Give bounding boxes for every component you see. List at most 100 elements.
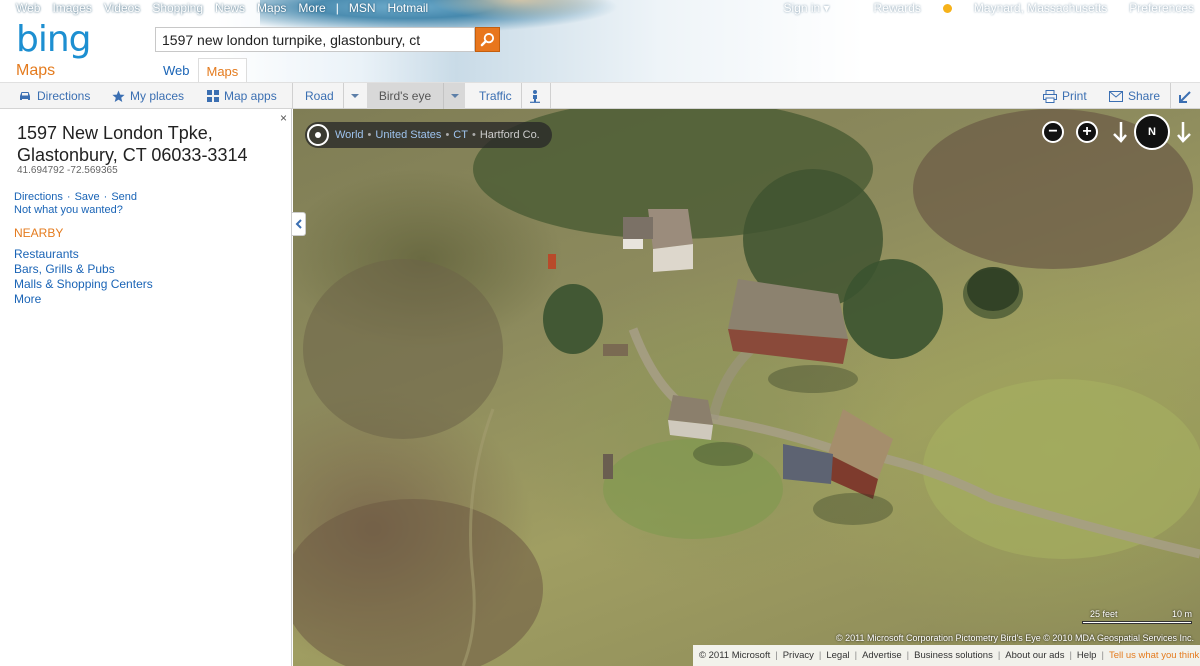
toolbar-divider: [292, 83, 293, 109]
save-link[interactable]: Save: [75, 191, 100, 203]
tab-web[interactable]: Web: [155, 58, 198, 82]
road-label: Road: [305, 89, 334, 103]
footer-privacy-link[interactable]: Privacy: [783, 650, 814, 661]
zoom-in-button[interactable]: +: [1076, 121, 1098, 143]
search-icon: [480, 32, 495, 47]
road-dropdown[interactable]: [351, 83, 359, 109]
car-icon: [20, 92, 30, 100]
footer-help-link[interactable]: Help: [1077, 650, 1097, 661]
separator-dot: ·: [103, 191, 108, 203]
footer-separator: |: [1069, 650, 1072, 661]
bing-logo[interactable]: bing: [16, 22, 92, 58]
my-places-button[interactable]: My places: [112, 83, 184, 109]
nav-videos[interactable]: Videos: [104, 1, 140, 15]
chevron-left-icon: [295, 219, 302, 229]
map-toolbar: Directions My places Map apps Road Bird'…: [0, 82, 1200, 109]
top-navigation: Web Images Videos Shopping News Maps Mor…: [10, 1, 434, 15]
road-view-button[interactable]: Road: [305, 83, 334, 109]
expand-map-button[interactable]: [1179, 83, 1197, 109]
print-button[interactable]: Print: [1043, 83, 1087, 109]
birds-eye-button[interactable]: Bird's eye: [367, 83, 443, 109]
plus-icon: +: [1082, 123, 1092, 140]
nearby-bars-link[interactable]: Bars, Grills & Pubs: [14, 262, 153, 277]
nav-separator: |: [335, 1, 339, 15]
breadcrumb-hartford-county: Hartford Co.: [479, 129, 540, 141]
nav-more[interactable]: More: [298, 1, 325, 15]
address-line-1: 1597 New London Tpke,: [17, 123, 213, 143]
breadcrumb-separator: •: [367, 129, 372, 141]
imagery-credit: © 2011 Microsoft Corporation Pictometry …: [836, 633, 1194, 643]
nav-shopping[interactable]: Shopping: [152, 1, 203, 15]
directions-button[interactable]: Directions: [18, 83, 90, 109]
location-link[interactable]: Maynard, Massachusetts: [974, 1, 1107, 15]
rewards-icon: [942, 4, 952, 13]
rewards-label: Rewards: [873, 1, 921, 15]
birds-eye-dropdown[interactable]: [443, 83, 465, 109]
rotate-right-button[interactable]: [1177, 121, 1193, 149]
nearby-more-link[interactable]: More: [14, 292, 153, 307]
rotate-right-arrow-icon: [1177, 122, 1191, 143]
close-panel-button[interactable]: ×: [280, 111, 287, 125]
envelope-icon: [1109, 90, 1123, 102]
share-label: Share: [1128, 89, 1161, 103]
footer-feedback-link[interactable]: Tell us what you think: [1109, 650, 1199, 661]
footer-advertise-link[interactable]: Advertise: [862, 650, 902, 661]
breadcrumb-united-states[interactable]: United States: [375, 129, 441, 141]
traffic-button[interactable]: Traffic: [479, 83, 512, 109]
footer-legal-link[interactable]: Legal: [826, 650, 849, 661]
locate-me-icon[interactable]: [307, 124, 329, 146]
address-line-2: Glastonbury, CT 06033-3314: [17, 145, 248, 165]
footer-business-link[interactable]: Business solutions: [914, 650, 993, 661]
directions-link[interactable]: Directions: [14, 191, 63, 203]
not-what-you-wanted-link[interactable]: Not what you wanted?: [14, 204, 123, 216]
map-apps-label: Map apps: [224, 89, 277, 103]
footer-separator: |: [906, 650, 910, 661]
toolbar-divider: [1170, 83, 1171, 109]
rotate-left-button[interactable]: [1111, 121, 1127, 149]
results-panel: × 1597 New London Tpke, Glastonbury, CT …: [0, 109, 292, 666]
breadcrumb-world[interactable]: World: [335, 129, 364, 141]
print-label: Print: [1062, 89, 1087, 103]
preferences-link[interactable]: Preferences: [1129, 1, 1194, 15]
birds-eye-label: Bird's eye: [378, 89, 432, 103]
coordinates: 41.694792 -72.569365: [17, 165, 118, 176]
chevron-down-icon: [351, 94, 359, 98]
share-button[interactable]: Share: [1109, 83, 1160, 109]
map-canvas[interactable]: World • United States • CT • Hartford Co…: [293, 109, 1200, 666]
tab-maps[interactable]: Maps: [197, 58, 248, 82]
nav-maps[interactable]: Maps: [257, 1, 286, 15]
nav-news[interactable]: News: [215, 1, 245, 15]
nav-hotmail[interactable]: Hotmail: [388, 1, 429, 15]
map-apps-button[interactable]: Map apps: [207, 83, 277, 109]
search-button[interactable]: [475, 27, 500, 52]
footer-separator: |: [818, 650, 822, 661]
footer-separator: |: [775, 650, 778, 661]
footer-separator: |: [1101, 650, 1104, 661]
nav-images[interactable]: Images: [52, 1, 91, 15]
scale-feet: 25 feet: [1090, 609, 1118, 619]
toolbar-divider: [550, 83, 551, 109]
compass-button[interactable]: N: [1134, 114, 1170, 150]
send-link[interactable]: Send: [111, 191, 137, 203]
breadcrumb-separator: •: [471, 129, 476, 141]
rewards-link[interactable]: Rewards: [852, 1, 952, 15]
maps-vertical-label: Maps: [16, 62, 56, 79]
nav-msn[interactable]: MSN: [349, 1, 376, 15]
search-input[interactable]: [156, 28, 474, 51]
toolbar-divider: [343, 83, 344, 109]
footer-copyright: © 2011 Microsoft: [699, 650, 771, 661]
breadcrumb-ct[interactable]: CT: [453, 129, 468, 141]
streetside-button[interactable]: [529, 83, 546, 109]
nearby-restaurants-link[interactable]: Restaurants: [14, 247, 153, 262]
footer-about-ads-link[interactable]: About our ads: [1005, 650, 1064, 661]
toolbar-divider: [521, 83, 522, 109]
zoom-out-button[interactable]: −: [1042, 121, 1064, 143]
traffic-label: Traffic: [479, 89, 512, 103]
collapse-panel-button[interactable]: [292, 212, 306, 236]
nav-web[interactable]: Web: [16, 1, 40, 15]
nearby-malls-link[interactable]: Malls & Shopping Centers: [14, 277, 153, 292]
location-breadcrumb: World • United States • CT • Hartford Co…: [305, 122, 552, 148]
star-icon: [112, 90, 125, 102]
scale-meters: 10 m: [1171, 609, 1192, 619]
sign-in-link[interactable]: Sign in ▾: [783, 1, 829, 15]
